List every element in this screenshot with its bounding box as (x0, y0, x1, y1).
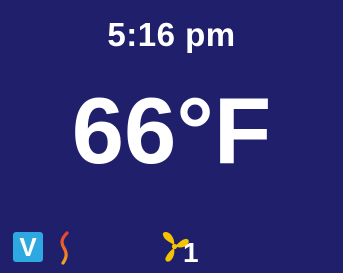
temperature-readout[interactable]: 66°F (0, 84, 343, 178)
thermostat-screen: 5:16 pm 66°F V 1 (0, 0, 343, 273)
fan-speed-label: 1 (183, 237, 199, 268)
clock-time: 5:16 pm (107, 16, 236, 53)
fan-status[interactable]: 1 (160, 230, 204, 268)
vacation-mode-badge[interactable]: V (13, 232, 43, 262)
heat-wave-icon (60, 231, 69, 265)
